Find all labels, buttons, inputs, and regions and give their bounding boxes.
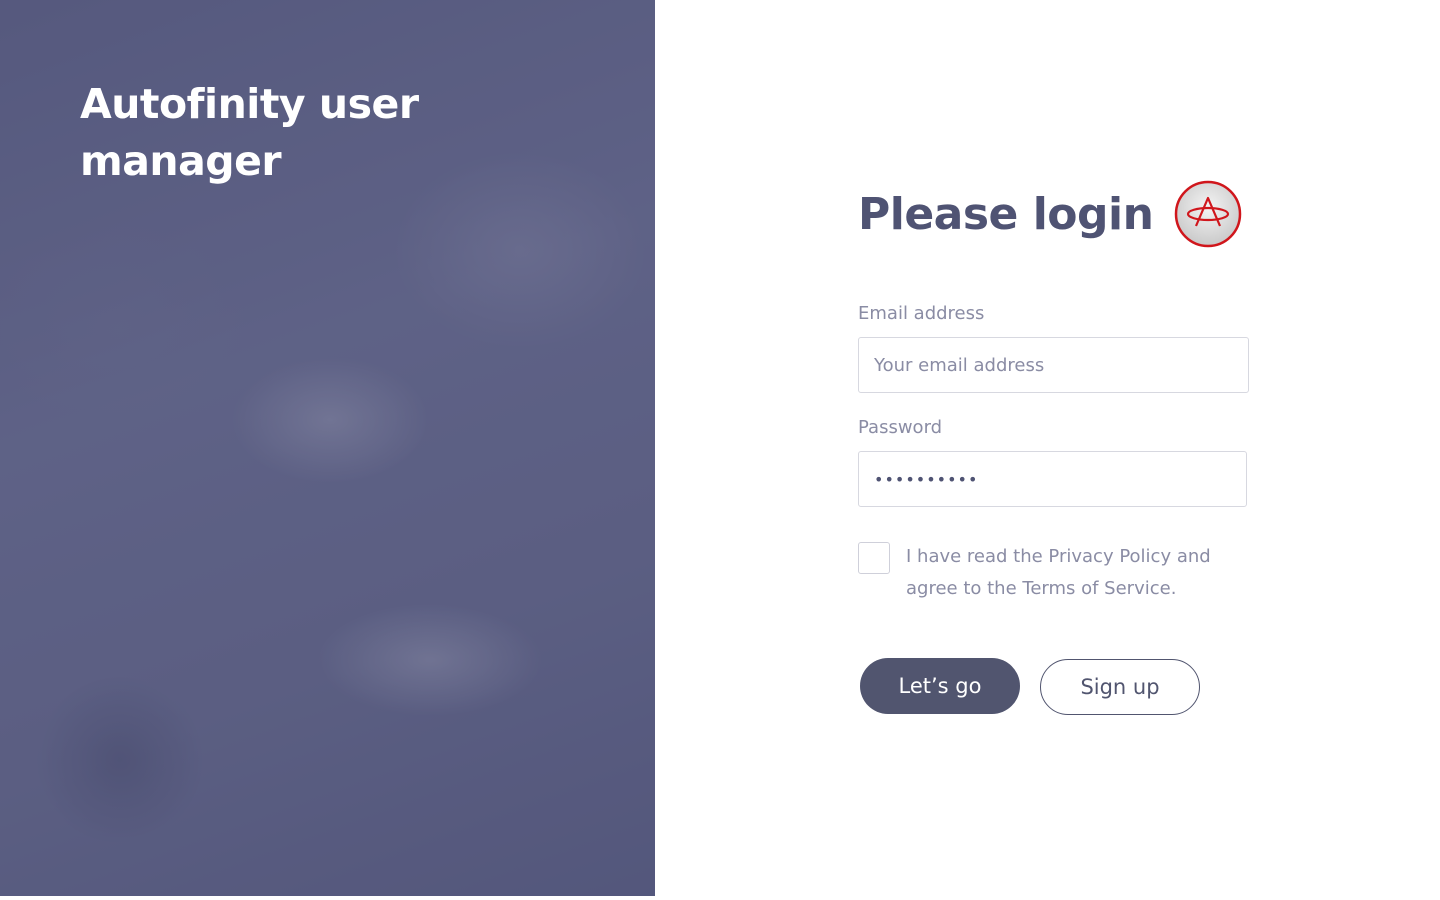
- app-title: Autofinity user manager: [80, 80, 419, 185]
- sign-up-button[interactable]: Sign up: [1040, 659, 1200, 715]
- email-input[interactable]: [858, 337, 1249, 393]
- lets-go-button[interactable]: Let’s go: [860, 658, 1020, 714]
- autofinity-logo-icon: [1174, 180, 1242, 248]
- password-label: Password: [858, 417, 943, 438]
- password-input[interactable]: [858, 451, 1247, 507]
- login-heading: Please login: [858, 189, 1154, 240]
- consent-text: I have read the Privacy Policy and agree…: [906, 546, 1211, 599]
- consent-checkbox[interactable]: [858, 542, 890, 574]
- email-label: Email address: [858, 303, 985, 324]
- hero-panel: Autofinity user manager: [0, 0, 655, 896]
- login-page: Autofinity user manager Please login Ema…: [0, 0, 1440, 900]
